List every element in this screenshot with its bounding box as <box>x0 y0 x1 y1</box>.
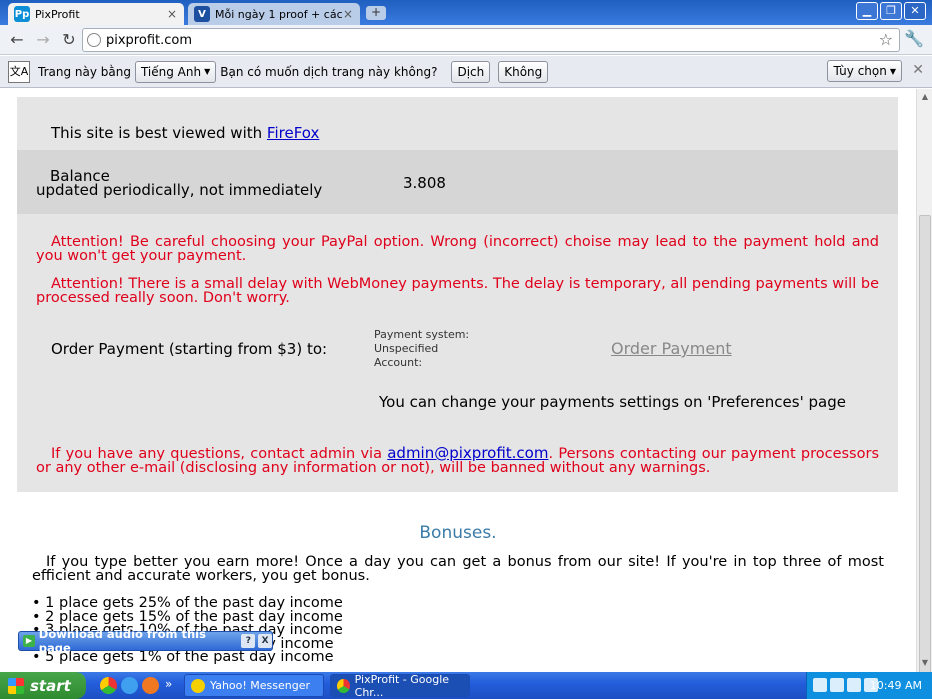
tab-label: Mỗi ngày 1 proof + các vấn đề <box>215 7 342 21</box>
scrollbar-thumb[interactable] <box>919 215 931 699</box>
translate-button[interactable]: Dịch <box>451 60 491 83</box>
firefox-link[interactable]: FireFox <box>267 124 319 142</box>
best-viewed-line: This site is best viewed with FireFox <box>51 124 319 142</box>
start-label: start <box>30 676 71 695</box>
tray-network-icon[interactable] <box>813 678 827 692</box>
page-viewport: This site is best viewed with FireFox Ba… <box>0 89 916 672</box>
best-viewed-text: This site is best viewed with <box>51 124 263 142</box>
task-label: Yahoo! Messenger <box>210 679 311 692</box>
paypal-warning: Attention! Be careful choosing your PayP… <box>36 234 879 264</box>
translate-prefix: Trang này bằng <box>38 64 131 79</box>
wrench-icon[interactable]: 🔧 <box>904 29 924 48</box>
balance-panel: Balance updated periodically, not immedi… <box>17 150 898 214</box>
translate-question: Bạn có muốn dịch trang này không? <box>220 64 438 79</box>
back-button[interactable]: ← <box>6 29 28 51</box>
forum-favicon-icon: V <box>194 6 210 22</box>
quicklaunch-more-icon[interactable]: » <box>165 677 172 691</box>
chevron-down-icon: ▼ <box>889 66 896 76</box>
browser-toolbar: ← → ↻ pixprofit.com ☆ 🔧 <box>0 25 932 55</box>
window-controls: ▁ ❐ ✕ <box>856 2 926 20</box>
download-audio-label[interactable]: Download audio from this page <box>39 627 239 655</box>
browser-note-panel: This site is best viewed with FireFox <box>17 97 898 150</box>
internet-explorer-icon[interactable] <box>121 677 138 694</box>
new-tab-button[interactable]: + <box>366 6 386 20</box>
translate-bar: 文A Trang này bằng Tiếng Anh ▼ Bạn có muốn… <box>0 56 932 88</box>
minimize-button[interactable]: ▁ <box>856 2 878 20</box>
firefox-icon[interactable] <box>142 677 159 694</box>
balance-note: updated periodically, not immediately <box>36 181 323 199</box>
maximize-button[interactable]: ❐ <box>880 2 902 20</box>
task-label: PixProfit - Google Chr... <box>354 672 450 699</box>
close-translate-icon[interactable]: ✕ <box>912 62 924 78</box>
scroll-down-icon[interactable]: ▼ <box>919 657 931 669</box>
options-label: Tùy chọn <box>833 64 887 78</box>
options-button[interactable]: Tùy chọn ▼ <box>827 60 902 82</box>
task-google-chrome[interactable]: PixProfit - Google Chr... <box>330 672 470 699</box>
chrome-icon[interactable] <box>100 677 117 694</box>
reload-button[interactable]: ↻ <box>58 29 80 51</box>
url-text[interactable]: pixprofit.com <box>106 33 192 48</box>
language-value: Tiếng Anh <box>140 64 202 79</box>
tray-icons <box>813 678 878 692</box>
chrome-icon <box>337 678 350 693</box>
webmoney-warning: Attention! There is a small delay with W… <box>36 276 879 306</box>
task-yahoo-messenger[interactable]: Yahoo! Messenger <box>184 674 324 697</box>
tray-volume-icon[interactable] <box>847 678 861 692</box>
balance-value: 3.808 <box>403 174 446 192</box>
account-label: Account: <box>374 356 423 369</box>
tab-forum[interactable]: V Mỗi ngày 1 proof + các vấn đề × <box>188 3 360 25</box>
windows-taskbar: start » Yahoo! Messenger PixProfit - Goo… <box>0 672 932 699</box>
yahoo-messenger-icon <box>191 678 205 693</box>
tray-update-icon[interactable] <box>864 678 878 692</box>
bonuses-title: Bonuses. <box>419 523 497 543</box>
preferences-note: You can change your payments settings on… <box>379 393 846 411</box>
translate-icon: 文A <box>8 60 30 83</box>
tab-label: PixProfit <box>35 7 80 21</box>
order-payment-button[interactable]: Order Payment <box>611 339 732 358</box>
payment-system-value: Unspecified <box>374 342 439 355</box>
decline-button[interactable]: Không <box>498 60 549 83</box>
tab-close-icon[interactable]: × <box>342 7 354 21</box>
payment-panel: Attention! Be careful choosing your PayP… <box>17 214 898 492</box>
language-select[interactable]: Tiếng Anh ▼ <box>134 60 217 83</box>
close-icon[interactable]: X <box>258 634 273 648</box>
close-window-button[interactable]: ✕ <box>904 2 926 20</box>
contact-warning: If you have any questions, contact admin… <box>36 446 879 476</box>
start-button[interactable]: start <box>0 672 86 699</box>
help-icon[interactable]: ? <box>241 634 256 648</box>
tab-pixprofit[interactable]: Pp PixProfit × <box>8 3 184 25</box>
globe-icon <box>87 33 101 47</box>
order-payment-label: Order Payment (starting from $3) to: <box>51 340 328 358</box>
payment-system-label: Payment system: <box>374 328 470 341</box>
windows-flag-icon <box>8 677 24 694</box>
chevron-down-icon: ▼ <box>204 67 211 76</box>
title-bar: Pp PixProfit × V Mỗi ngày 1 proof + các … <box>0 0 932 25</box>
tray-antivirus-icon[interactable] <box>830 678 844 692</box>
payment-details: Payment system: Unspecified Account: <box>374 328 469 370</box>
vertical-scrollbar[interactable]: ▲ ▼ <box>916 89 932 699</box>
forward-button[interactable]: → <box>32 29 54 51</box>
scroll-up-icon[interactable]: ▲ <box>919 91 931 103</box>
star-icon[interactable]: ☆ <box>879 30 893 49</box>
bonuses-text: If you type better you earn more! Once a… <box>32 554 884 584</box>
download-audio-bar[interactable]: ▶ Download audio from this page ? X <box>18 627 273 655</box>
tab-close-icon[interactable]: × <box>166 7 178 21</box>
address-bar[interactable]: pixprofit.com ☆ <box>82 28 900 52</box>
pixprofit-favicon-icon: Pp <box>14 6 30 22</box>
play-icon: ▶ <box>23 635 35 647</box>
system-tray: 10:49 AM <box>806 672 932 699</box>
